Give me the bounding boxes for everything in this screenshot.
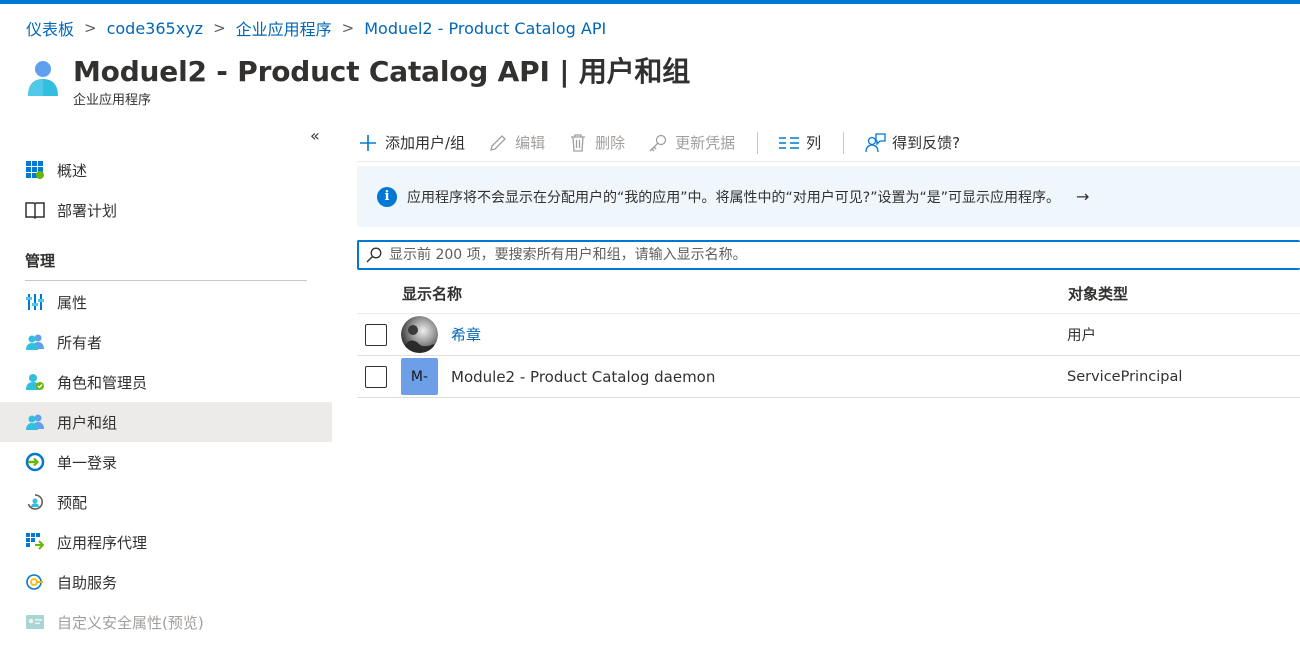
sidebar-item-label: 应用程序代理 [57, 533, 148, 552]
custom-attr-icon [25, 612, 45, 632]
sidebar-divider [25, 280, 307, 281]
page-title: Moduel2 - Product Catalog API | 用户和组 [73, 55, 691, 88]
users-groups-table: 显示名称 对象类型 希章 用户 M- Module2 - Product Cat… [357, 274, 1300, 398]
search-icon [365, 246, 383, 264]
plus-icon [357, 132, 379, 154]
feedback-icon [864, 132, 886, 154]
top-accent-bar [0, 0, 1300, 4]
breadcrumb-tenant[interactable]: code365xyz [107, 19, 203, 38]
column-header-display-name[interactable]: 显示名称 [402, 283, 1068, 304]
sidebar-item-label: 角色和管理员 [57, 373, 148, 392]
columns-icon [778, 132, 800, 154]
sidebar-item-label: 所有者 [57, 333, 103, 352]
sidebar-item-label: 部署计划 [57, 201, 118, 220]
breadcrumb-dashboard[interactable]: 仪表板 [26, 16, 74, 40]
self-service-icon [25, 572, 45, 592]
feedback-label: 得到反馈? [892, 134, 961, 152]
pencil-icon [487, 132, 509, 154]
sidebar: 概述 部署计划 管理 属性 所有者 角色和管理员 用户和组 单一登录 预配 应用… [0, 150, 332, 642]
book-icon [25, 200, 45, 220]
breadcrumb-chevron-icon: > [341, 19, 355, 37]
sidebar-item-provisioning[interactable]: 预配 [0, 482, 332, 522]
row-checkbox[interactable] [365, 323, 387, 346]
sidebar-item-label: 自助服务 [57, 573, 118, 592]
row-object-type: 用户 [1067, 328, 1096, 344]
grid-icon [25, 160, 45, 180]
sidebar-item-label: 单一登录 [57, 453, 118, 472]
row-object-type: ServicePrincipal [1067, 368, 1183, 385]
search-input[interactable] [389, 247, 1269, 263]
page-subtitle: 企业应用程序 [73, 93, 152, 108]
row-display-name: Module2 - Product Catalog daemon [451, 367, 716, 386]
columns-label: 列 [806, 134, 822, 152]
delete-button[interactable]: 删除 [567, 132, 625, 154]
sidebar-item-label: 属性 [57, 293, 88, 312]
more-options-button[interactable]: ··· [672, 58, 687, 77]
info-text: 应用程序将不会显示在分配用户的“我的应用”中。将属性中的“对用户可见?”设置为“… [407, 189, 1060, 206]
app-proxy-icon [25, 532, 45, 552]
sidebar-item-label: 预配 [57, 493, 88, 512]
roles-icon [25, 372, 45, 392]
add-user-group-label: 添加用户/组 [385, 134, 466, 152]
sidebar-item-custom-security-attributes[interactable]: 自定义安全属性(预览) [0, 602, 332, 642]
owners-icon [25, 332, 45, 352]
sidebar-item-deployment-plan[interactable]: 部署计划 [0, 190, 332, 230]
sidebar-item-label: 自定义安全属性(预览) [57, 613, 204, 632]
edit-label: 编辑 [515, 134, 546, 152]
collapse-sidebar-button[interactable]: « [310, 126, 320, 145]
sidebar-item-label: 概述 [57, 161, 88, 180]
table-row[interactable]: 希章 用户 [357, 314, 1300, 356]
info-icon: i [377, 186, 397, 207]
toolbar-separator [843, 131, 845, 154]
sidebar-item-app-proxy[interactable]: 应用程序代理 [0, 522, 332, 562]
sidebar-item-roles-admins[interactable]: 角色和管理员 [0, 362, 332, 402]
sidebar-item-sso[interactable]: 单一登录 [0, 442, 332, 482]
provisioning-icon [25, 492, 45, 512]
sidebar-section-manage: 管理 [25, 252, 56, 270]
sidebar-item-label: 用户和组 [57, 413, 118, 432]
breadcrumb: 仪表板 > code365xyz > 企业应用程序 > Moduel2 - Pr… [26, 16, 606, 40]
feedback-button[interactable]: 得到反馈? [864, 132, 960, 154]
sidebar-item-properties[interactable]: 属性 [0, 282, 332, 322]
row-display-name[interactable]: 希章 [451, 324, 1067, 345]
trash-icon [567, 132, 589, 154]
sidebar-item-owners[interactable]: 所有者 [0, 322, 332, 362]
table-row[interactable]: M- Module2 - Product Catalog daemon Serv… [357, 356, 1300, 398]
avatar [401, 316, 438, 353]
sidebar-item-users-groups[interactable]: 用户和组 [0, 402, 332, 442]
delete-label: 删除 [595, 134, 626, 152]
column-header-object-type[interactable]: 对象类型 [1068, 283, 1128, 304]
info-banner: i 应用程序将不会显示在分配用户的“我的应用”中。将属性中的“对用户可见?”设置… [357, 166, 1300, 227]
update-credentials-button[interactable]: 更新凭据 [647, 132, 735, 154]
command-bar: 添加用户/组 编辑 删除 更新凭据 列 得到反馈? [357, 124, 1300, 162]
arrow-right-icon[interactable]: → [1076, 187, 1089, 206]
breadcrumb-chevron-icon: > [213, 19, 226, 37]
sidebar-item-overview[interactable]: 概述 [0, 150, 332, 190]
avatar: M- [401, 358, 438, 395]
columns-button[interactable]: 列 [778, 132, 821, 154]
properties-icon [25, 292, 45, 312]
update-credentials-label: 更新凭据 [675, 134, 736, 152]
key-icon [647, 132, 669, 154]
breadcrumb-app[interactable]: Moduel2 - Product Catalog API [364, 19, 606, 38]
user-icon [26, 60, 60, 98]
table-header: 显示名称 对象类型 [357, 274, 1300, 314]
row-checkbox[interactable] [365, 365, 387, 388]
edit-button[interactable]: 编辑 [487, 132, 545, 154]
toolbar-separator [757, 131, 759, 154]
sso-icon [25, 452, 45, 472]
add-user-group-button[interactable]: 添加用户/组 [357, 132, 465, 154]
sidebar-item-self-service[interactable]: 自助服务 [0, 562, 332, 602]
breadcrumb-chevron-icon: > [84, 19, 97, 37]
breadcrumb-enterprise-apps[interactable]: 企业应用程序 [236, 16, 332, 40]
search-box [357, 240, 1300, 270]
users-groups-icon [25, 412, 45, 432]
